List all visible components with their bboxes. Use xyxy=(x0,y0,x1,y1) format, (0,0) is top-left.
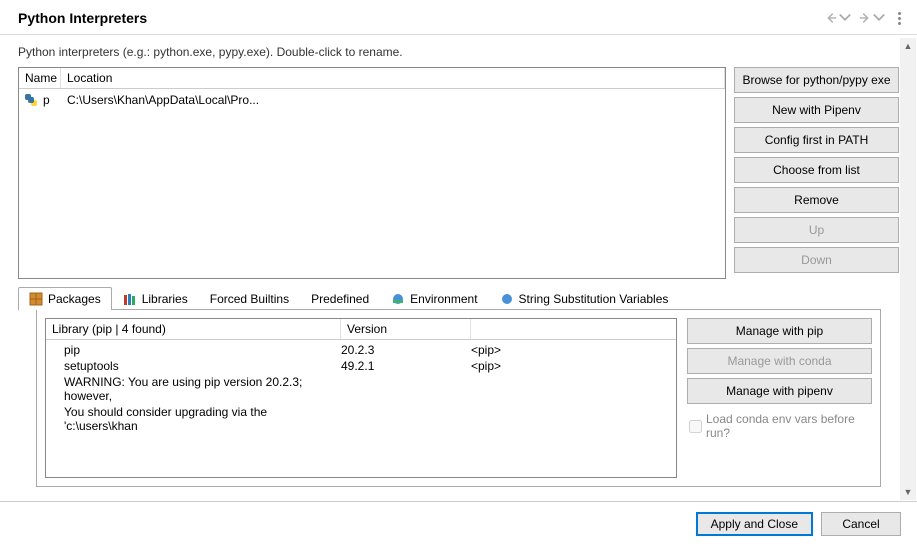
manage-pip-button[interactable]: Manage with pip xyxy=(687,318,872,344)
col-source[interactable] xyxy=(471,319,676,339)
nav-back-group[interactable] xyxy=(824,11,852,25)
list-item[interactable]: setuptools 49.2.1 <pip> xyxy=(46,358,676,374)
tab-forced-builtins[interactable]: Forced Builtins xyxy=(199,287,300,310)
interpreters-table-header: Name Location xyxy=(19,68,725,89)
remove-button[interactable]: Remove xyxy=(734,187,899,213)
menu-icon[interactable] xyxy=(898,12,901,25)
tab-label: String Substitution Variables xyxy=(519,292,669,306)
pkg-name: pip xyxy=(46,343,341,357)
subtitle-text: Python interpreters (e.g.: python.exe, p… xyxy=(0,35,917,67)
tabs-container: Packages Libraries Forced Builtins Prede… xyxy=(18,287,899,487)
load-conda-checkbox[interactable]: Load conda env vars before run? xyxy=(687,408,872,444)
browse-button[interactable]: Browse for python/pypy exe xyxy=(734,67,899,93)
python-icon xyxy=(23,92,39,108)
main-area: Name Location p C:\Users\Khan\AppData\Lo… xyxy=(0,67,917,279)
tab-label: Environment xyxy=(410,292,477,306)
package-side-buttons: Manage with pip Manage with conda Manage… xyxy=(687,318,872,478)
scroll-down-icon[interactable]: ▼ xyxy=(900,484,916,500)
tab-libraries[interactable]: Libraries xyxy=(112,287,199,310)
bottom-bar: Apply and Close Cancel xyxy=(0,501,917,546)
package-icon xyxy=(29,292,43,306)
pkg-name: setuptools xyxy=(46,359,341,373)
packages-body: pip 20.2.3 <pip> setuptools 49.2.1 <pip>… xyxy=(46,340,676,477)
pkg-version: 20.2.3 xyxy=(341,343,471,357)
dialog-header: Python Interpreters xyxy=(0,0,917,35)
tab-label: Libraries xyxy=(142,292,188,306)
arrow-right-icon xyxy=(858,11,872,25)
interpreters-table-body: p C:\Users\Khan\AppData\Local\Pro... xyxy=(19,89,725,111)
up-button: Up xyxy=(734,217,899,243)
row-name: p xyxy=(43,93,63,107)
col-library[interactable]: Library (pip | 4 found) xyxy=(46,319,341,339)
col-version[interactable]: Version xyxy=(341,319,471,339)
config-path-button[interactable]: Config first in PATH xyxy=(734,127,899,153)
pkg-source: <pip> xyxy=(471,359,676,373)
page-title: Python Interpreters xyxy=(18,10,147,26)
dropdown-icon xyxy=(872,11,886,25)
list-item[interactable]: WARNING: You are using pip version 20.2.… xyxy=(46,374,676,404)
list-item[interactable]: pip 20.2.3 <pip> xyxy=(46,342,676,358)
pkg-warning: You should consider upgrading via the 'c… xyxy=(46,405,341,433)
pkg-version: 49.2.1 xyxy=(341,359,471,373)
manage-pipenv-button[interactable]: Manage with pipenv xyxy=(687,378,872,404)
tabs: Packages Libraries Forced Builtins Prede… xyxy=(18,287,899,310)
down-button: Down xyxy=(734,247,899,273)
packages-panel: Library (pip | 4 found) Version pip 20.2… xyxy=(36,309,881,487)
tab-label: Packages xyxy=(48,292,101,306)
libraries-icon xyxy=(123,292,137,306)
header-toolbar xyxy=(824,11,901,25)
tab-predefined[interactable]: Predefined xyxy=(300,287,380,310)
apply-close-button[interactable]: Apply and Close xyxy=(696,512,813,536)
new-pipenv-button[interactable]: New with Pipenv xyxy=(734,97,899,123)
tab-packages[interactable]: Packages xyxy=(18,287,112,310)
col-name[interactable]: Name xyxy=(19,68,61,88)
tab-label: Predefined xyxy=(311,292,369,306)
list-item[interactable]: You should consider upgrading via the 'c… xyxy=(46,404,676,434)
load-conda-input xyxy=(689,420,702,433)
tab-label: Forced Builtins xyxy=(210,292,289,306)
tab-substitution[interactable]: String Substitution Variables xyxy=(489,287,680,310)
packages-table[interactable]: Library (pip | 4 found) Version pip 20.2… xyxy=(45,318,677,478)
arrow-left-icon xyxy=(824,11,838,25)
col-location[interactable]: Location xyxy=(61,68,725,88)
nav-forward-group[interactable] xyxy=(858,11,886,25)
load-conda-label: Load conda env vars before run? xyxy=(706,412,870,440)
packages-header: Library (pip | 4 found) Version xyxy=(46,319,676,340)
choose-list-button[interactable]: Choose from list xyxy=(734,157,899,183)
vertical-scrollbar[interactable]: ▲ ▼ xyxy=(900,38,916,500)
dropdown-icon xyxy=(838,11,852,25)
pkg-warning: WARNING: You are using pip version 20.2.… xyxy=(46,375,341,403)
pkg-source: <pip> xyxy=(471,343,676,357)
table-row[interactable]: p C:\Users\Khan\AppData\Local\Pro... xyxy=(19,91,725,109)
environment-icon xyxy=(391,292,405,306)
row-location: C:\Users\Khan\AppData\Local\Pro... xyxy=(67,93,721,107)
interpreters-table[interactable]: Name Location p C:\Users\Khan\AppData\Lo… xyxy=(18,67,726,279)
tab-environment[interactable]: Environment xyxy=(380,287,488,310)
scroll-up-icon[interactable]: ▲ xyxy=(900,38,916,54)
side-buttons: Browse for python/pypy exe New with Pipe… xyxy=(734,67,899,279)
manage-conda-button: Manage with conda xyxy=(687,348,872,374)
cancel-button[interactable]: Cancel xyxy=(821,512,901,536)
substitution-icon xyxy=(500,292,514,306)
